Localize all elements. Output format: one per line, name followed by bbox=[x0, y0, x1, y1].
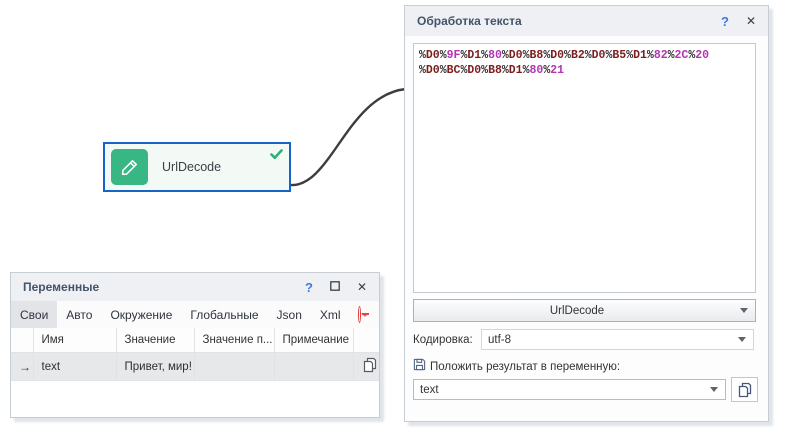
cell-value[interactable]: Привет, мир! bbox=[116, 353, 194, 381]
maximize-button[interactable] bbox=[330, 281, 340, 293]
encoding-combobox[interactable]: utf-8 bbox=[481, 329, 754, 350]
header-actions bbox=[353, 328, 379, 353]
save-result-label: Положить результат в переменную: bbox=[430, 361, 620, 373]
variables-tabstrip: Свои Авто Окружение Глобальные Json Xml bbox=[11, 301, 379, 328]
variables-title: Переменные bbox=[23, 280, 288, 294]
tab-okruzhenie[interactable]: Окружение bbox=[101, 301, 181, 328]
cell-value2[interactable] bbox=[194, 353, 274, 381]
processing-title: Обработка текста bbox=[417, 14, 704, 28]
processing-titlebar: Обработка текста ? ✕ bbox=[405, 6, 768, 36]
node-label: UrlDecode bbox=[162, 160, 221, 174]
tab-svoi[interactable]: Свои bbox=[11, 301, 57, 328]
variables-window: Переменные ? ✕ Свои Авто Окружение Глоба… bbox=[10, 272, 380, 418]
table-row[interactable]: → text Привет, мир! bbox=[11, 353, 379, 381]
row-marker: → bbox=[11, 353, 33, 381]
help-button[interactable]: ? bbox=[721, 15, 729, 28]
check-icon bbox=[270, 147, 283, 165]
variables-table: Имя Значение Значение п... Примечание → … bbox=[11, 328, 379, 381]
header-name[interactable]: Имя bbox=[33, 328, 116, 353]
close-button[interactable]: ✕ bbox=[357, 281, 367, 293]
variables-titlebar: Переменные ? ✕ bbox=[11, 273, 379, 301]
urldecode-node[interactable]: UrlDecode bbox=[103, 142, 291, 192]
chevron-down-icon bbox=[710, 387, 718, 392]
chevron-down-icon bbox=[738, 337, 746, 342]
close-button[interactable]: ✕ bbox=[746, 15, 756, 27]
header-note[interactable]: Примечание bbox=[274, 328, 353, 353]
tab-json[interactable]: Json bbox=[268, 301, 311, 328]
save-icon bbox=[413, 358, 426, 376]
header-value[interactable]: Значение bbox=[116, 328, 194, 353]
header-marker bbox=[11, 328, 33, 353]
result-variable-value: text bbox=[414, 384, 710, 396]
copy-variable-button[interactable] bbox=[353, 353, 379, 381]
header-value2[interactable]: Значение п... bbox=[194, 328, 274, 353]
cell-name[interactable]: text bbox=[33, 353, 116, 381]
tab-xml[interactable]: Xml bbox=[311, 301, 350, 328]
encoding-combobox-value: utf-8 bbox=[482, 334, 738, 346]
text-processing-window: Обработка текста ? ✕ %D0%9F%D1%80%D0%B8%… bbox=[404, 5, 769, 422]
copy-result-button[interactable] bbox=[731, 377, 758, 402]
tab-globalnye[interactable]: Глобальные bbox=[181, 301, 267, 328]
remove-variable-icon[interactable] bbox=[358, 306, 361, 323]
pencil-icon bbox=[111, 149, 148, 185]
cell-note[interactable] bbox=[274, 353, 353, 381]
chevron-down-icon bbox=[740, 308, 748, 313]
help-button[interactable]: ? bbox=[305, 281, 313, 294]
canvas: UrlDecode Переменные ? ✕ Свои Авто Окруж… bbox=[0, 0, 785, 441]
action-combobox[interactable]: UrlDecode bbox=[413, 299, 756, 322]
result-variable-combobox[interactable]: text bbox=[413, 379, 726, 400]
action-combobox-value: UrlDecode bbox=[414, 305, 740, 317]
encoded-text-editor[interactable]: %D0%9F%D1%80%D0%B8%D0%B2%D0%B5%D1%82%2C%… bbox=[413, 43, 756, 293]
variables-header-row: Имя Значение Значение п... Примечание bbox=[11, 328, 379, 353]
encoding-row: Кодировка: utf-8 bbox=[413, 329, 754, 350]
encoding-label: Кодировка: bbox=[413, 334, 481, 346]
tab-avto[interactable]: Авто bbox=[57, 301, 101, 328]
save-result-row: Положить результат в переменную: bbox=[413, 358, 754, 376]
